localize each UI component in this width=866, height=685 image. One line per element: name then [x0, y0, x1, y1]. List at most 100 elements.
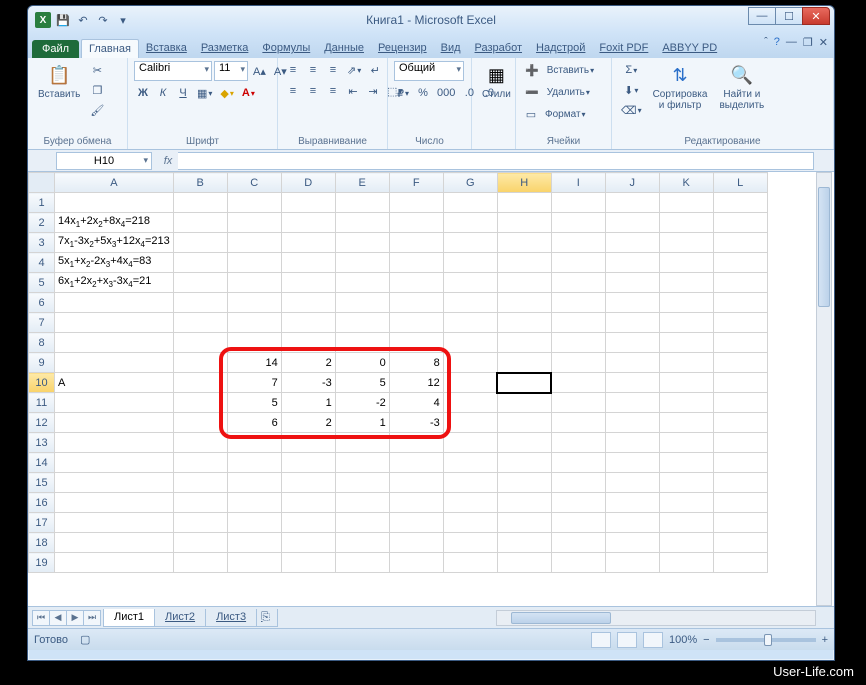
ribbon-tab-2[interactable]: Разметка: [194, 39, 256, 58]
cell-L16[interactable]: [713, 493, 767, 513]
cell-G3[interactable]: [443, 233, 497, 253]
border-button[interactable]: ▦: [194, 84, 215, 102]
cell-C3[interactable]: [227, 233, 281, 253]
view-pagebreak-button[interactable]: [643, 632, 663, 648]
fill-icon[interactable]: ⬇: [618, 81, 645, 99]
orientation-icon[interactable]: ⇗: [344, 61, 364, 79]
cell-G18[interactable]: [443, 533, 497, 553]
col-header-H[interactable]: H: [497, 173, 551, 193]
select-all-corner[interactable]: [29, 173, 55, 193]
cell-F14[interactable]: [389, 453, 443, 473]
cell-E10[interactable]: 5: [335, 373, 389, 393]
cell-C2[interactable]: [227, 213, 281, 233]
cell-E19[interactable]: [335, 553, 389, 573]
cell-D17[interactable]: [281, 513, 335, 533]
cell-L4[interactable]: [713, 253, 767, 273]
cell-H11[interactable]: [497, 393, 551, 413]
cell-F15[interactable]: [389, 473, 443, 493]
cell-H9[interactable]: [497, 353, 551, 373]
cell-A11[interactable]: [55, 393, 174, 413]
col-header-D[interactable]: D: [281, 173, 335, 193]
cell-I3[interactable]: [551, 233, 605, 253]
cell-E5[interactable]: [335, 273, 389, 293]
cell-G4[interactable]: [443, 253, 497, 273]
cut-icon[interactable]: ✂: [88, 61, 106, 79]
cell-E11[interactable]: -2: [335, 393, 389, 413]
row-header-9[interactable]: 9: [29, 353, 55, 373]
format-painter-icon[interactable]: 🖌: [88, 101, 106, 119]
font-name-combo[interactable]: Calibri: [134, 61, 212, 81]
col-header-I[interactable]: I: [551, 173, 605, 193]
cell-B2[interactable]: [173, 213, 227, 233]
cell-A7[interactable]: [55, 313, 174, 333]
cell-D12[interactable]: 2: [281, 413, 335, 433]
cell-J18[interactable]: [605, 533, 659, 553]
cell-F7[interactable]: [389, 313, 443, 333]
row-header-15[interactable]: 15: [29, 473, 55, 493]
fill-color-button[interactable]: ◆: [217, 84, 236, 102]
help-icon[interactable]: ?: [774, 36, 780, 49]
cell-L7[interactable]: [713, 313, 767, 333]
cell-B1[interactable]: [173, 193, 227, 213]
cell-J15[interactable]: [605, 473, 659, 493]
indent-dec-icon[interactable]: ⇤: [344, 82, 362, 100]
cell-E1[interactable]: [335, 193, 389, 213]
cell-D18[interactable]: [281, 533, 335, 553]
cell-B19[interactable]: [173, 553, 227, 573]
cell-E6[interactable]: [335, 293, 389, 313]
row-header-4[interactable]: 4: [29, 253, 55, 273]
cell-I6[interactable]: [551, 293, 605, 313]
cell-D19[interactable]: [281, 553, 335, 573]
cell-L17[interactable]: [713, 513, 767, 533]
col-header-L[interactable]: L: [713, 173, 767, 193]
cell-E7[interactable]: [335, 313, 389, 333]
cell-A19[interactable]: [55, 553, 174, 573]
cell-G10[interactable]: [443, 373, 497, 393]
cell-D6[interactable]: [281, 293, 335, 313]
cell-I12[interactable]: [551, 413, 605, 433]
cell-F3[interactable]: [389, 233, 443, 253]
cell-G12[interactable]: [443, 413, 497, 433]
cell-K4[interactable]: [659, 253, 713, 273]
cell-K16[interactable]: [659, 493, 713, 513]
ribbon-tab-9[interactable]: Foxit PDF: [592, 39, 655, 58]
align-left-icon[interactable]: ≡: [284, 82, 302, 100]
comma-icon[interactable]: 000: [434, 84, 458, 102]
cell-H14[interactable]: [497, 453, 551, 473]
cell-H3[interactable]: [497, 233, 551, 253]
cell-B13[interactable]: [173, 433, 227, 453]
cell-D3[interactable]: [281, 233, 335, 253]
cell-B9[interactable]: [173, 353, 227, 373]
col-header-B[interactable]: B: [173, 173, 227, 193]
cell-H1[interactable]: [497, 193, 551, 213]
cell-C14[interactable]: [227, 453, 281, 473]
underline-button[interactable]: Ч: [174, 84, 192, 102]
cell-F13[interactable]: [389, 433, 443, 453]
percent-icon[interactable]: %: [414, 84, 432, 102]
col-header-J[interactable]: J: [605, 173, 659, 193]
cell-L6[interactable]: [713, 293, 767, 313]
cell-J9[interactable]: [605, 353, 659, 373]
cell-L2[interactable]: [713, 213, 767, 233]
cell-C18[interactable]: [227, 533, 281, 553]
undo-icon[interactable]: ↶: [74, 11, 92, 29]
cell-I11[interactable]: [551, 393, 605, 413]
ribbon-tab-7[interactable]: Разработ: [468, 39, 529, 58]
cell-J5[interactable]: [605, 273, 659, 293]
cell-C15[interactable]: [227, 473, 281, 493]
cell-L1[interactable]: [713, 193, 767, 213]
cell-J12[interactable]: [605, 413, 659, 433]
row-header-11[interactable]: 11: [29, 393, 55, 413]
close-button[interactable]: ✕: [802, 7, 830, 25]
sheet-nav-prev-icon[interactable]: ◀: [49, 610, 67, 626]
italic-button[interactable]: К: [154, 84, 172, 102]
cell-A13[interactable]: [55, 433, 174, 453]
copy-icon[interactable]: ❐: [88, 81, 106, 99]
row-header-5[interactable]: 5: [29, 273, 55, 293]
ribbon-tab-0[interactable]: Главная: [81, 39, 139, 58]
paste-button[interactable]: 📋 Вставить: [34, 61, 84, 102]
ribbon-tab-8[interactable]: Надстрой: [529, 39, 592, 58]
row-header-6[interactable]: 6: [29, 293, 55, 313]
cell-E14[interactable]: [335, 453, 389, 473]
cell-E16[interactable]: [335, 493, 389, 513]
